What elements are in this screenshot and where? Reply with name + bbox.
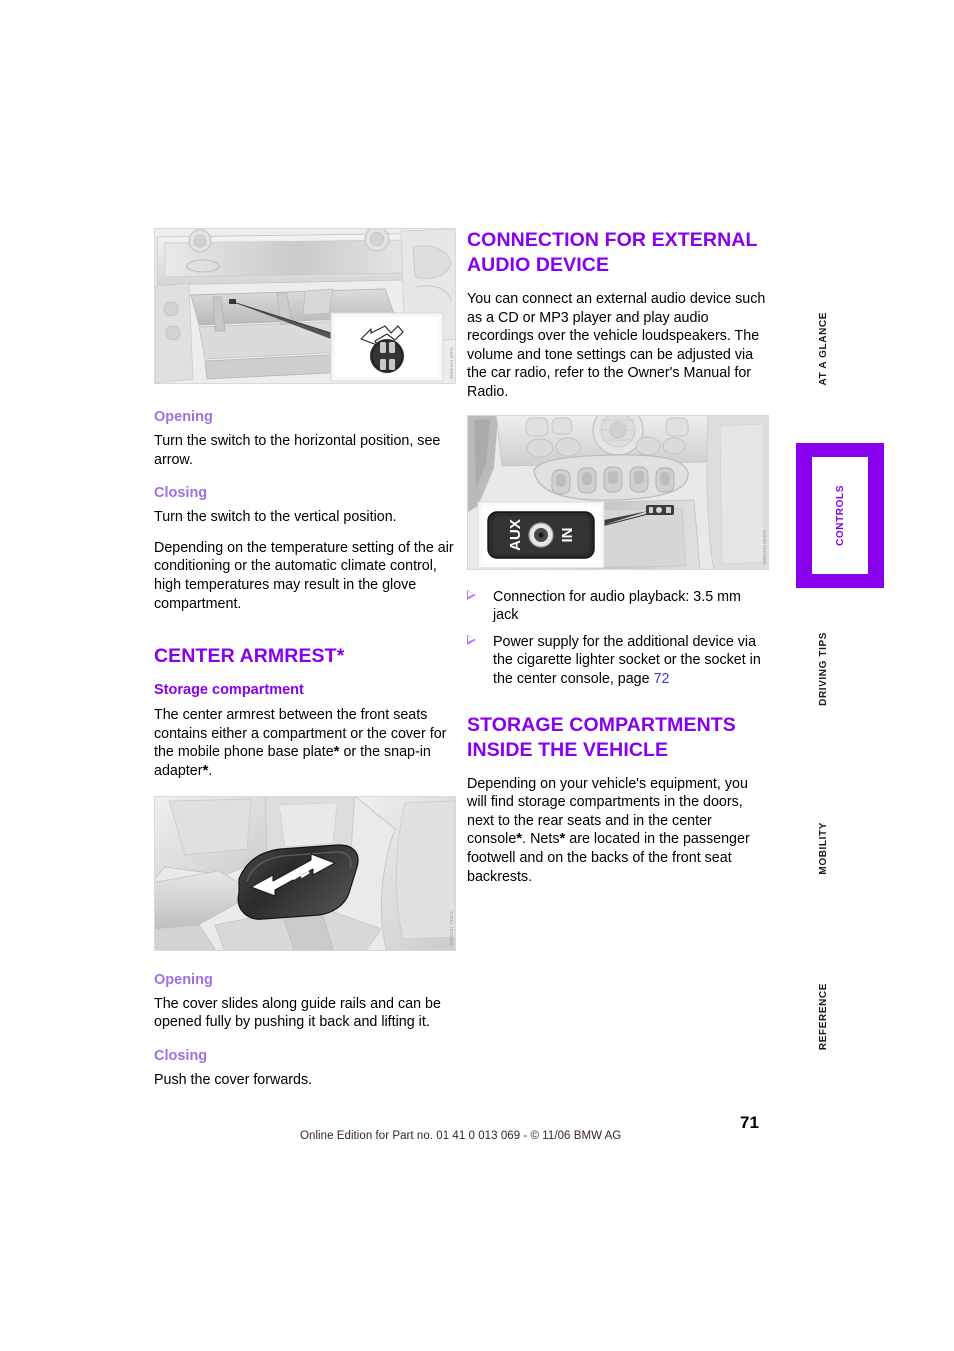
aux-in-illustration: AUX IN [468, 415, 768, 569]
heading-opening-armrest: Opening [154, 971, 213, 988]
sidebar-item-driving-tips[interactable]: DRIVING TIPS [812, 632, 834, 711]
bullet-text: Connection for audio playback: 3.5 mm ja… [493, 588, 741, 624]
text-closing-glovebox: Turn the switch to the vertical position… [154, 509, 397, 526]
aux-label-text: AUX [507, 519, 524, 551]
heading-line-2: INSIDE THE VEHICLE [467, 738, 669, 761]
figure-glovebox: WW0181 000S [154, 228, 456, 384]
text-closing-armrest: Push the cover forwards. [154, 1071, 313, 1088]
footer-edition-note: Online Edition for Part no. 01 41 0 013 … [300, 1130, 622, 1142]
text-temperature-note: Depending on the temperature setting of … [154, 539, 454, 612]
sidebar-item-mobility[interactable]: MOBILITY [812, 822, 834, 880]
sidebar-item-label: MOBILITY [817, 822, 829, 875]
list-item: Connection for audio playback: 3.5 mm ja… [467, 588, 769, 625]
text-storage-inside-vehicle: Depending on your vehicle's equipment, y… [467, 775, 769, 887]
heading-storage-compartment: Storage compartment [154, 682, 304, 699]
sidebar-item-at-a-glance[interactable]: AT A GLANCE [812, 312, 834, 390]
figure-armrest: WW0181 7920S [154, 795, 456, 951]
triangle-bullet-icon [467, 634, 476, 645]
storage-inside-text-b: . Nets [522, 831, 560, 848]
sidebar-item-label: AT A GLANCE [817, 312, 829, 386]
storage-text-c: . [208, 762, 213, 779]
audio-connection-bullet-list: Connection for audio playback: 3.5 mm ja… [467, 588, 769, 689]
heading-center-armrest-text: CENTER ARMREST [154, 645, 337, 668]
text-audio-intro: You can connect an external audio device… [467, 291, 766, 400]
heading-connection-external-audio: CONNECTION FOR EXTERNAL AUDIO DEVICE [467, 228, 769, 278]
sidebar-item-controls-inner: CONTROLS [812, 457, 868, 574]
sidebar-item-label: REFERENCE [817, 983, 829, 1051]
triangle-bullet-icon [467, 589, 476, 600]
text-storage-compartment: The center armrest between the front sea… [154, 706, 456, 780]
heading-center-armrest: CENTER ARMREST* [154, 644, 456, 669]
text-opening-glovebox: Turn the switch to the horizontal positi… [154, 433, 441, 468]
heading-closing-armrest: Closing [154, 1047, 208, 1064]
figure-code: WW0181 7920S [449, 911, 454, 946]
heading-line-2: AUDIO DEVICE [467, 254, 610, 276]
optional-equipment-asterisk: * [336, 645, 345, 668]
right-column: CONNECTION FOR EXTERNAL AUDIO DEVICE You… [467, 228, 769, 901]
heading-line-1: STORAGE COMPARTMENTS [467, 713, 736, 736]
heading-line-1: CONNECTION FOR EXTERNAL [467, 229, 758, 251]
text-opening-armrest: The cover slides along guide rails and c… [154, 995, 441, 1031]
glovebox-illustration [155, 229, 455, 383]
heading-closing-glovebox: Closing [154, 485, 208, 502]
page-number: 71 [740, 1113, 759, 1132]
in-label-text: IN [559, 527, 576, 542]
heading-opening-glovebox: Opening [154, 409, 213, 425]
left-column: WW0181 000S Opening Turn the switch to t… [154, 228, 456, 1104]
figure-aux-in: AUX IN WW0361 5030S [467, 414, 769, 570]
list-item: Power supply for the additional device v… [467, 633, 769, 689]
sidebar-item-label: CONTROLS [834, 485, 846, 546]
heading-storage-compartments-inside-vehicle: STORAGE COMPARTMENTS INSIDE THE VEHICLE [467, 713, 769, 763]
sidebar-item-label: DRIVING TIPS [817, 632, 829, 706]
figure-code: WW0361 5030S [762, 530, 767, 565]
sidebar-item-reference[interactable]: REFERENCE [812, 983, 834, 1055]
figure-code: WW0181 000S [449, 347, 454, 379]
sidebar-item-controls[interactable]: CONTROLS [796, 443, 884, 588]
manual-page: WW0181 000S Opening Turn the switch to t… [0, 0, 954, 1351]
page-reference-link[interactable]: 72 [654, 671, 670, 687]
armrest-illustration [155, 796, 455, 950]
bullet-text: Power supply for the additional device v… [493, 633, 761, 687]
